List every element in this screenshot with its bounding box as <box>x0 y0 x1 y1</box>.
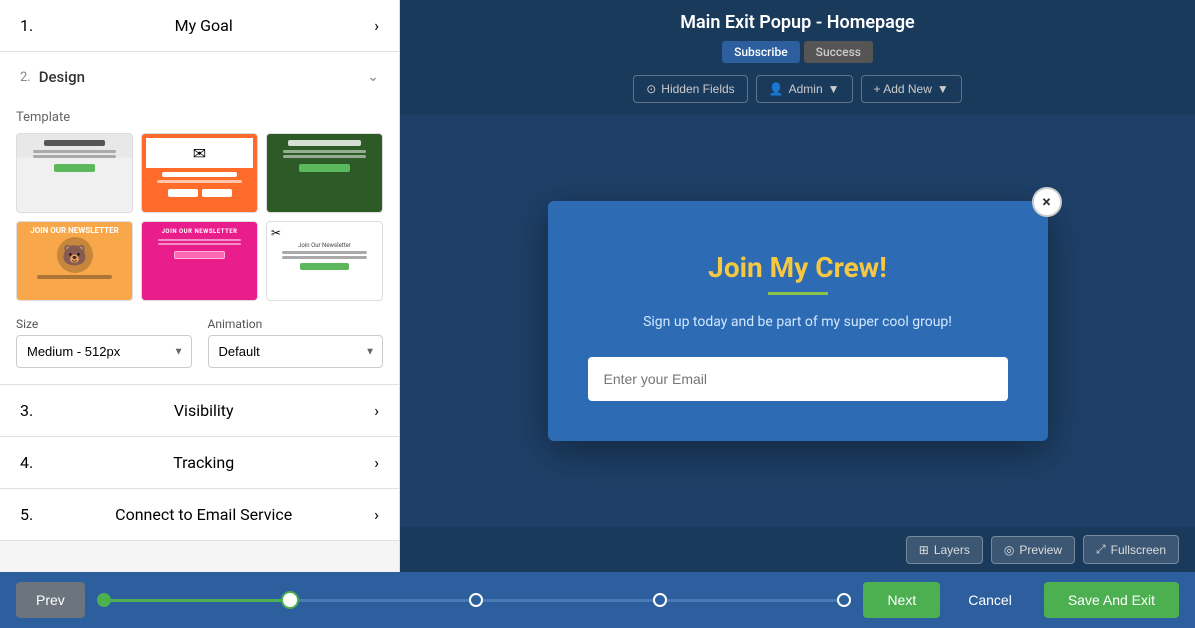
fullscreen-label: Fullscreen <box>1111 543 1166 557</box>
hidden-fields-button[interactable]: ⊙ Hidden Fields <box>633 75 747 103</box>
step-2-label: Design <box>39 68 368 86</box>
size-label: Size <box>16 317 192 331</box>
fullscreen-button[interactable]: ⤢ Fullscreen <box>1083 535 1179 564</box>
progress-line-1 <box>111 599 281 602</box>
step-4-arrow-icon: › <box>374 453 379 472</box>
preview-button[interactable]: ◎ Preview <box>991 536 1075 564</box>
template-5-title-text: JOIN OUR NEWSLETTER <box>148 228 251 235</box>
sidebar-item-my-goal[interactable]: 1. My Goal › <box>0 0 399 52</box>
popup-heading: Join My Crew! <box>588 251 1008 284</box>
sidebar: 1. My Goal › 2. Design ⌄ Template <box>0 0 400 572</box>
progress-dot-5 <box>837 593 851 607</box>
step-5-label: Connect to Email Service <box>115 505 292 524</box>
fields-icon: ⊙ <box>646 82 656 96</box>
footer-right: Cancel Save And Exit <box>952 582 1179 618</box>
progress-dot-3 <box>469 593 483 607</box>
template-card-6[interactable]: ✂ Join Our Newsletter <box>266 221 383 301</box>
sidebar-item-visibility[interactable]: 3. Visibility › <box>0 385 399 437</box>
footer: Prev Next Cancel Save And Exit <box>0 572 1195 628</box>
scissors-icon: ✂ <box>271 226 378 240</box>
progress-line-2 <box>299 599 469 602</box>
add-new-button[interactable]: + Add New ▼ <box>861 75 962 103</box>
bottom-toolbar: ⊞ Layers ◎ Preview ⤢ Fullscreen <box>400 527 1195 572</box>
content-area: Main Exit Popup - Homepage Subscribe Suc… <box>400 0 1195 572</box>
step-5-num: 5. <box>20 505 33 524</box>
sidebar-design-header[interactable]: 2. Design ⌄ <box>0 52 399 102</box>
progress-line-3 <box>483 599 653 602</box>
hidden-fields-label: Hidden Fields <box>661 82 734 96</box>
preview-icon: ◎ <box>1004 543 1014 557</box>
step-2-num: 2. <box>20 70 31 85</box>
tab-subscribe[interactable]: Subscribe <box>722 41 800 63</box>
popup-preview: × Join My Crew! Sign up today and be par… <box>548 201 1048 441</box>
admin-dropdown-icon: ▼ <box>828 82 840 96</box>
step-1-label: My Goal <box>175 16 233 35</box>
step-3-arrow-icon: › <box>374 401 379 420</box>
tab-success[interactable]: Success <box>804 41 873 63</box>
animation-label: Animation <box>208 317 384 331</box>
layers-button[interactable]: ⊞ Layers <box>906 536 983 564</box>
template-grid: ✉ <box>16 133 383 301</box>
template-card-1[interactable] <box>16 133 133 213</box>
template-card-5[interactable]: JOIN OUR NEWSLETTER <box>141 221 258 301</box>
step-1-num: 1. <box>20 16 33 35</box>
template-card-4[interactable]: JOIN OUR NEWSLETTER 🐻 <box>16 221 133 301</box>
sidebar-item-design: 2. Design ⌄ Template <box>0 52 399 385</box>
top-bar: Main Exit Popup - Homepage Subscribe Suc… <box>400 0 1195 115</box>
size-select[interactable]: Medium - 512px Small - 400px Large - 640… <box>16 335 192 368</box>
step-3-num: 3. <box>20 401 33 420</box>
preview-area: × Join My Crew! Sign up today and be par… <box>400 115 1195 527</box>
next-button[interactable]: Next <box>863 582 940 618</box>
admin-label: Admin <box>789 82 823 96</box>
step-4-label: Tracking <box>173 453 234 472</box>
step-3-label: Visibility <box>174 401 234 420</box>
popup-close-button[interactable]: × <box>1032 187 1062 217</box>
layers-icon: ⊞ <box>919 543 929 557</box>
cancel-button[interactable]: Cancel <box>952 582 1028 618</box>
email-input[interactable] <box>588 357 1008 401</box>
animation-select[interactable]: Default Fade Slide Bounce <box>208 335 384 368</box>
sidebar-item-email-service[interactable]: 5. Connect to Email Service › <box>0 489 399 541</box>
progress-bar <box>97 591 852 609</box>
save-exit-button[interactable]: Save And Exit <box>1044 582 1179 618</box>
envelope-icon: ✉ <box>193 144 206 163</box>
progress-dot-1 <box>97 593 111 607</box>
animation-select-wrapper: Default Fade Slide Bounce ▼ <box>208 335 384 368</box>
size-field-group: Size Medium - 512px Small - 400px Large … <box>16 317 192 368</box>
admin-icon: 👤 <box>769 82 784 96</box>
step-2-arrow-icon: ⌄ <box>367 69 379 85</box>
progress-line-4 <box>667 599 837 602</box>
popup-subtext: Sign up today and be part of my super co… <box>588 311 1008 333</box>
size-select-wrapper: Medium - 512px Small - 400px Large - 640… <box>16 335 192 368</box>
add-new-label: + Add New <box>874 82 932 96</box>
progress-dot-4 <box>653 593 667 607</box>
fullscreen-icon: ⤢ <box>1096 542 1106 557</box>
template-card-2[interactable]: ✉ <box>141 133 258 213</box>
template-card-3[interactable] <box>266 133 383 213</box>
layers-label: Layers <box>934 543 970 557</box>
progress-dot-2 <box>281 591 299 609</box>
template-label: Template <box>16 102 383 125</box>
popup-underline-decoration <box>768 292 828 295</box>
sidebar-item-tracking[interactable]: 4. Tracking › <box>0 437 399 489</box>
preview-label: Preview <box>1019 543 1062 557</box>
step-1-arrow-icon: › <box>374 16 379 35</box>
admin-button[interactable]: 👤 Admin ▼ <box>756 75 853 103</box>
animation-field-group: Animation Default Fade Slide Bounce ▼ <box>208 317 384 368</box>
step-5-arrow-icon: › <box>374 505 379 524</box>
size-animation-row: Size Medium - 512px Small - 400px Large … <box>16 317 383 368</box>
step-4-num: 4. <box>20 453 33 472</box>
add-new-dropdown-icon: ▼ <box>937 82 949 96</box>
page-title: Main Exit Popup - Homepage <box>680 12 915 33</box>
prev-button[interactable]: Prev <box>16 582 85 618</box>
design-section: Template ✉ <box>0 102 399 384</box>
tab-group: Subscribe Success <box>722 41 873 63</box>
toolbar: ⊙ Hidden Fields 👤 Admin ▼ + Add New ▼ <box>633 75 962 103</box>
